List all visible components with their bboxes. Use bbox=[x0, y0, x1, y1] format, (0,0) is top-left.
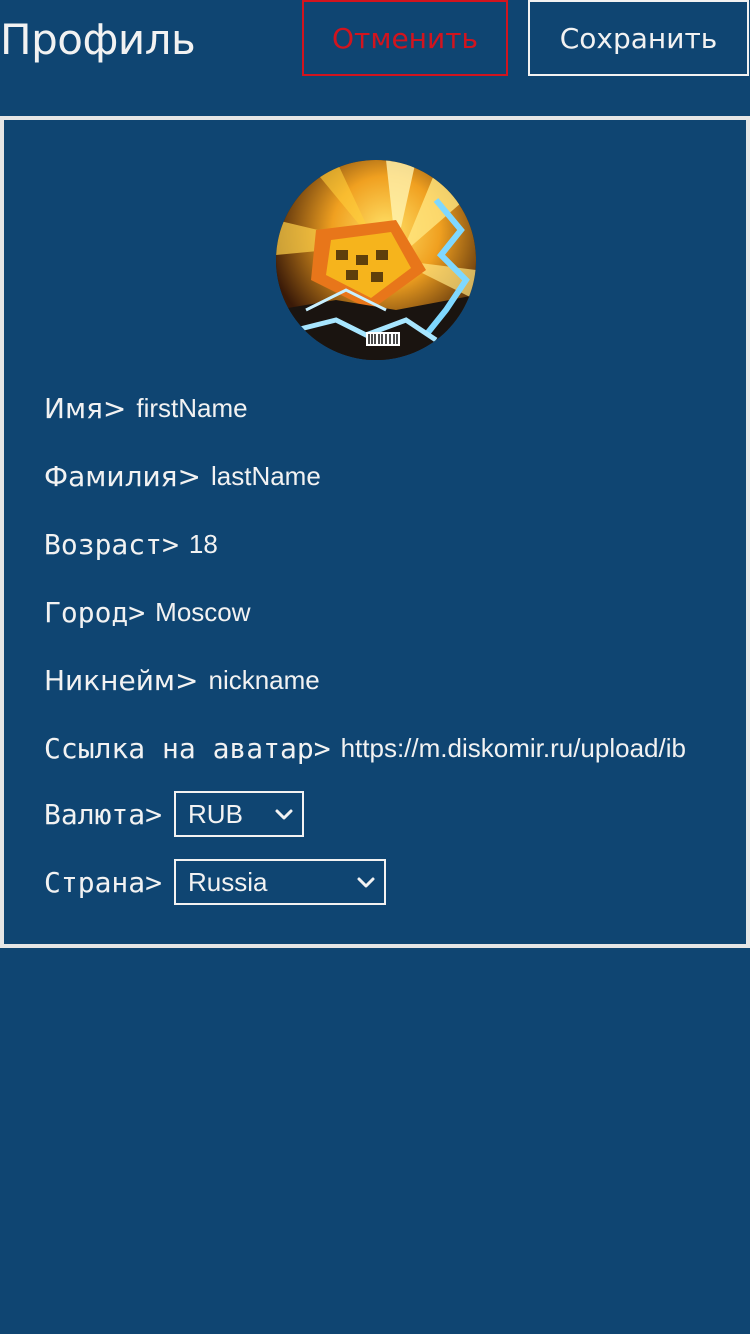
page-title: Профиль bbox=[0, 15, 196, 64]
field-label: Валюта> bbox=[44, 797, 163, 831]
field-nickname: Никнейм> nickname bbox=[44, 656, 320, 704]
chevron-down-icon bbox=[357, 877, 375, 888]
field-label: Никнейм> bbox=[44, 663, 199, 697]
field-age: Возраст> 18 bbox=[44, 520, 218, 568]
field-value[interactable]: lastName bbox=[211, 461, 321, 492]
field-city: Город> Moscow bbox=[44, 588, 251, 636]
field-label: Ссылка на аватар> bbox=[44, 731, 331, 765]
field-label: Возраст> bbox=[44, 527, 179, 561]
field-label: Фамилия> bbox=[44, 459, 201, 493]
field-label: Страна> bbox=[44, 865, 163, 899]
currency-selected-value: RUB bbox=[188, 798, 243, 829]
cancel-button[interactable]: Отменить bbox=[302, 0, 508, 76]
field-value[interactable]: https://m.diskomir.ru/upload/ib bbox=[341, 733, 686, 764]
field-label: Имя> bbox=[44, 391, 127, 425]
field-last-name: Фамилия> lastName bbox=[44, 452, 321, 500]
field-value[interactable]: Moscow bbox=[155, 597, 250, 628]
field-avatar-url: Ссылка на аватар> https://m.diskomir.ru/… bbox=[44, 724, 686, 772]
field-value[interactable]: 18 bbox=[189, 529, 218, 560]
avatar[interactable] bbox=[276, 160, 476, 360]
field-value[interactable]: firstName bbox=[136, 393, 247, 424]
avatar-image bbox=[276, 160, 476, 360]
field-first-name: Имя> firstName bbox=[44, 384, 248, 432]
country-selected-value: Russia bbox=[188, 866, 268, 897]
chevron-down-icon bbox=[275, 809, 293, 820]
field-country: Страна> Russia bbox=[44, 858, 387, 906]
currency-select[interactable]: RUB bbox=[174, 791, 305, 837]
field-value[interactable]: nickname bbox=[208, 665, 319, 696]
country-select[interactable]: Russia bbox=[174, 859, 387, 905]
field-label: Город> bbox=[44, 595, 146, 629]
profile-card: Имя> firstName Фамилия> lastName Возраст… bbox=[0, 116, 750, 948]
save-button[interactable]: Сохранить bbox=[528, 0, 749, 76]
field-currency: Валюта> RUB bbox=[44, 790, 305, 838]
